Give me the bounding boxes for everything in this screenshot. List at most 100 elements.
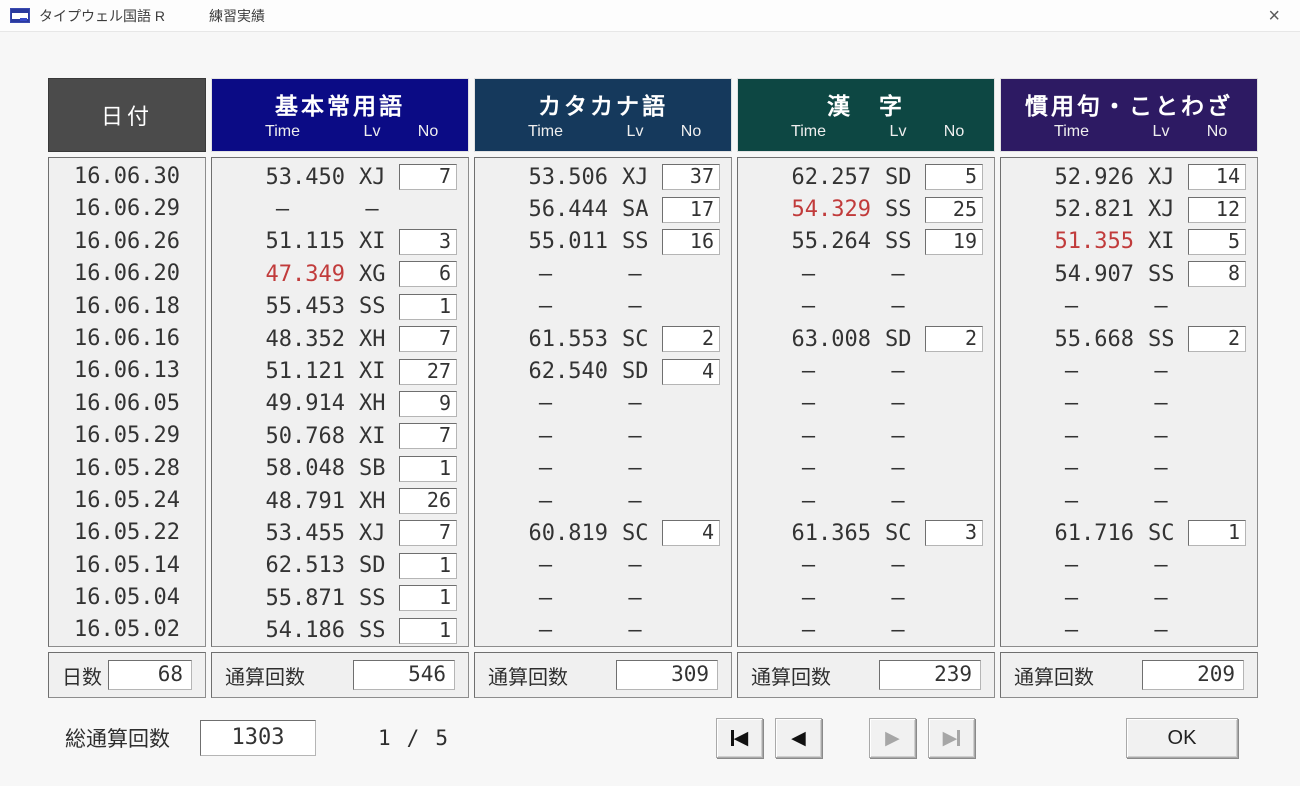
date-cell: 16.05.22 xyxy=(74,520,180,546)
level-value: – xyxy=(891,585,905,611)
date-cell: 16.05.24 xyxy=(74,487,180,513)
time-value: – xyxy=(1064,456,1079,482)
attempt-count-box: 7 xyxy=(399,423,457,450)
time-value: 47.349 xyxy=(265,261,345,287)
time-value: 55.011 xyxy=(528,229,608,255)
time-value: 51.355 xyxy=(1054,229,1134,255)
time-value: 63.008 xyxy=(791,326,871,352)
date-cell: 16.05.02 xyxy=(74,617,180,643)
result-row: 51.121 XI 27 xyxy=(212,355,468,387)
result-row: 62.540 SD 4 xyxy=(475,355,731,387)
cumulative-label: 通算回数 xyxy=(1014,666,1094,689)
time-column-label: Time xyxy=(265,123,300,140)
time-value: 53.455 xyxy=(265,520,345,546)
category-header-basic: 基本常用語 Time Lv No xyxy=(211,78,469,152)
result-row: – – xyxy=(1001,550,1257,582)
right-triangle-icon: ▶ xyxy=(942,727,958,749)
attempt-count-box: 1 xyxy=(399,455,457,482)
time-value: 53.450 xyxy=(265,164,345,190)
practice-record-dialog: 日付 基本常用語 Time Lv No カタカナ語 Time Lv No 漢 字… xyxy=(0,32,1300,786)
time-value: 55.453 xyxy=(265,294,345,320)
cumulative-label: 通算回数 xyxy=(225,666,305,689)
cumulative-panel-katakana: 通算回数 309 xyxy=(474,652,732,698)
category-title: カタカナ語 xyxy=(538,93,668,119)
time-value: – xyxy=(538,585,553,611)
attempt-count-box: 1 xyxy=(399,552,457,579)
result-row: – – xyxy=(738,291,994,323)
result-row: 48.352 XH 7 xyxy=(212,323,468,355)
nav-first-button[interactable]: ◀ xyxy=(715,718,763,758)
nav-last-button[interactable]: ▶ xyxy=(927,718,975,758)
result-row: 60.819 SC 4 xyxy=(475,517,731,549)
time-value: – xyxy=(801,294,816,320)
right-triangle-icon: ▶ xyxy=(885,727,900,749)
time-value: – xyxy=(538,294,553,320)
result-row: – – xyxy=(475,614,731,646)
time-value: 53.506 xyxy=(528,164,608,190)
close-icon[interactable]: × xyxy=(1262,4,1286,28)
grand-total-value-box: 1303 xyxy=(200,720,316,756)
days-value-box: 68 xyxy=(108,660,192,690)
category-header-idiom: 慣用句・ことわざ Time Lv No xyxy=(1000,78,1258,152)
level-value: SC xyxy=(885,520,912,546)
nav-prev-button[interactable]: ◀ xyxy=(774,718,822,758)
level-value: XJ xyxy=(1148,197,1175,223)
time-column-label: Time xyxy=(528,123,563,140)
time-value: – xyxy=(801,261,816,287)
result-row: 55.264 SS 19 xyxy=(738,226,994,258)
attempt-count-box: 1 xyxy=(399,293,457,320)
result-row: – – xyxy=(1001,291,1257,323)
level-value: SD xyxy=(622,359,649,385)
level-value: – xyxy=(891,261,905,287)
result-row: 54.186 SS 1 xyxy=(212,614,468,646)
level-value: – xyxy=(891,618,905,644)
time-value: 55.871 xyxy=(265,585,345,611)
attempt-count-box: 25 xyxy=(925,196,983,223)
level-value: XI xyxy=(359,423,386,449)
attempt-count-box: 19 xyxy=(925,228,983,255)
time-value: 58.048 xyxy=(265,456,345,482)
time-value: 54.186 xyxy=(265,618,345,644)
result-row: – – xyxy=(475,485,731,517)
time-value: – xyxy=(801,456,816,482)
results-panel-katakana: 53.506 XJ 37 56.444 SA 17 55.011 SS 16– – – –61.553… xyxy=(474,157,732,647)
level-value: SC xyxy=(622,326,649,352)
attempt-count-box: 2 xyxy=(662,326,720,353)
attempt-count-box: 4 xyxy=(662,358,720,385)
level-value: – xyxy=(628,585,642,611)
time-value: – xyxy=(1064,618,1079,644)
result-row: – – xyxy=(738,355,994,387)
attempt-count-box: 9 xyxy=(399,390,457,417)
result-row: – – xyxy=(475,582,731,614)
level-column-label: Lv xyxy=(626,123,644,140)
time-value: 55.668 xyxy=(1054,326,1134,352)
cumulative-value-box: 239 xyxy=(879,660,981,690)
level-column-label: Lv xyxy=(363,123,381,140)
days-total-panel: 日数 68 xyxy=(48,652,206,698)
time-value: 51.121 xyxy=(265,359,345,385)
time-value: – xyxy=(538,391,553,417)
nav-next-button[interactable]: ▶ xyxy=(868,718,916,758)
category-title: 基本常用語 xyxy=(275,93,405,119)
level-value: XH xyxy=(359,488,386,514)
level-value: – xyxy=(891,359,905,385)
level-value: SD xyxy=(885,326,912,352)
time-value: 61.365 xyxy=(791,520,871,546)
attempt-count-box: 14 xyxy=(1188,164,1246,191)
result-row: – – xyxy=(212,193,468,225)
ok-button[interactable]: OK xyxy=(1126,718,1238,758)
level-value: – xyxy=(628,456,642,482)
result-row: – – xyxy=(738,258,994,290)
result-row: 55.453 SS 1 xyxy=(212,291,468,323)
time-value: 52.926 xyxy=(1054,164,1134,190)
date-cell: 16.05.04 xyxy=(74,585,180,611)
time-value: – xyxy=(801,423,816,449)
left-triangle-icon: ◀ xyxy=(791,727,806,749)
level-column-label: Lv xyxy=(889,123,907,140)
level-value: SD xyxy=(885,164,912,190)
cumulative-label: 通算回数 xyxy=(751,666,831,689)
time-value: – xyxy=(538,488,553,514)
cumulative-label: 通算回数 xyxy=(488,666,568,689)
attempt-count-box: 7 xyxy=(399,326,457,353)
result-row: 56.444 SA 17 xyxy=(475,193,731,225)
